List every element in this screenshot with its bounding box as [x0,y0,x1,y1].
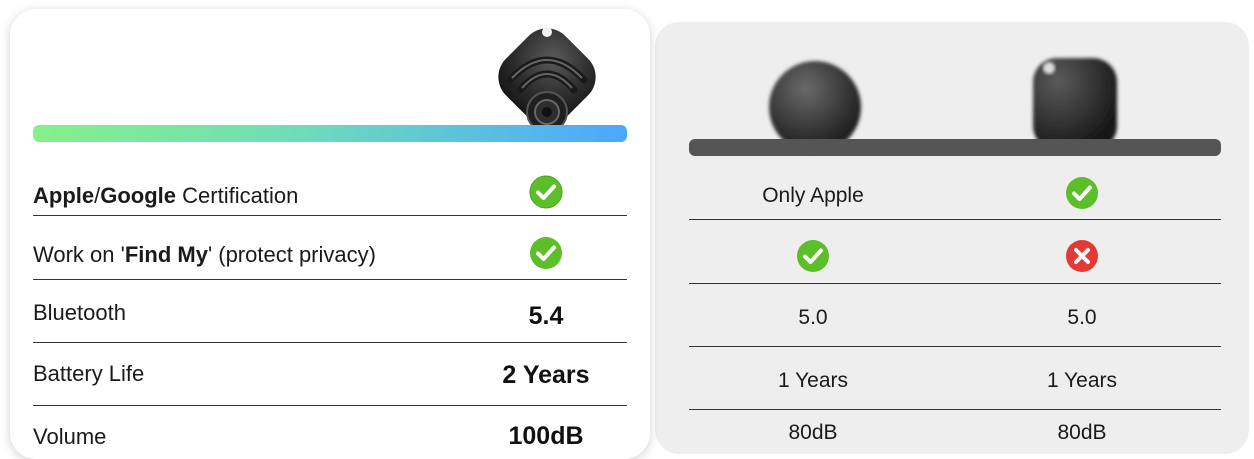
row-divider [689,409,1221,410]
find-my-label: Work on 'Find My' (protect privacy) [33,242,376,267]
volume-label: Volume [33,424,107,449]
comp2-volume-value: 80dB [1057,421,1107,444]
check-icon [529,175,563,209]
row-divider [689,346,1221,347]
bluetooth-label: Bluetooth [33,300,126,325]
comp1-volume-value: 80dB [788,421,838,444]
comp2-battery-value: 1 Years [1046,369,1118,392]
battery-life-label: Battery Life [33,361,145,386]
competitor-panel [655,22,1249,454]
row-divider [689,283,1221,284]
comp1-certification-value: Only Apple [762,184,864,207]
cross-icon [1066,240,1098,272]
row-divider [33,215,627,216]
check-icon [1066,177,1098,209]
competitor-accent-bar [689,139,1221,156]
volume-value: 100dB [508,422,584,450]
row-divider [33,279,627,280]
row-divider [33,405,627,406]
featured-tracker-image [498,27,596,133]
comp2-bluetooth-value: 5.0 [1067,306,1097,329]
check-icon [530,237,562,269]
comp1-battery-value: 1 Years [777,369,849,392]
battery-life-value: 2 Years [502,361,590,389]
comp1-bluetooth-value: 5.0 [798,306,828,329]
featured-accent-bar [33,125,627,142]
row-divider [33,342,627,343]
certification-label: Apple/Google Certification [33,183,299,208]
check-icon [797,240,829,272]
bluetooth-value: 5.4 [528,302,564,330]
row-divider [689,219,1221,220]
